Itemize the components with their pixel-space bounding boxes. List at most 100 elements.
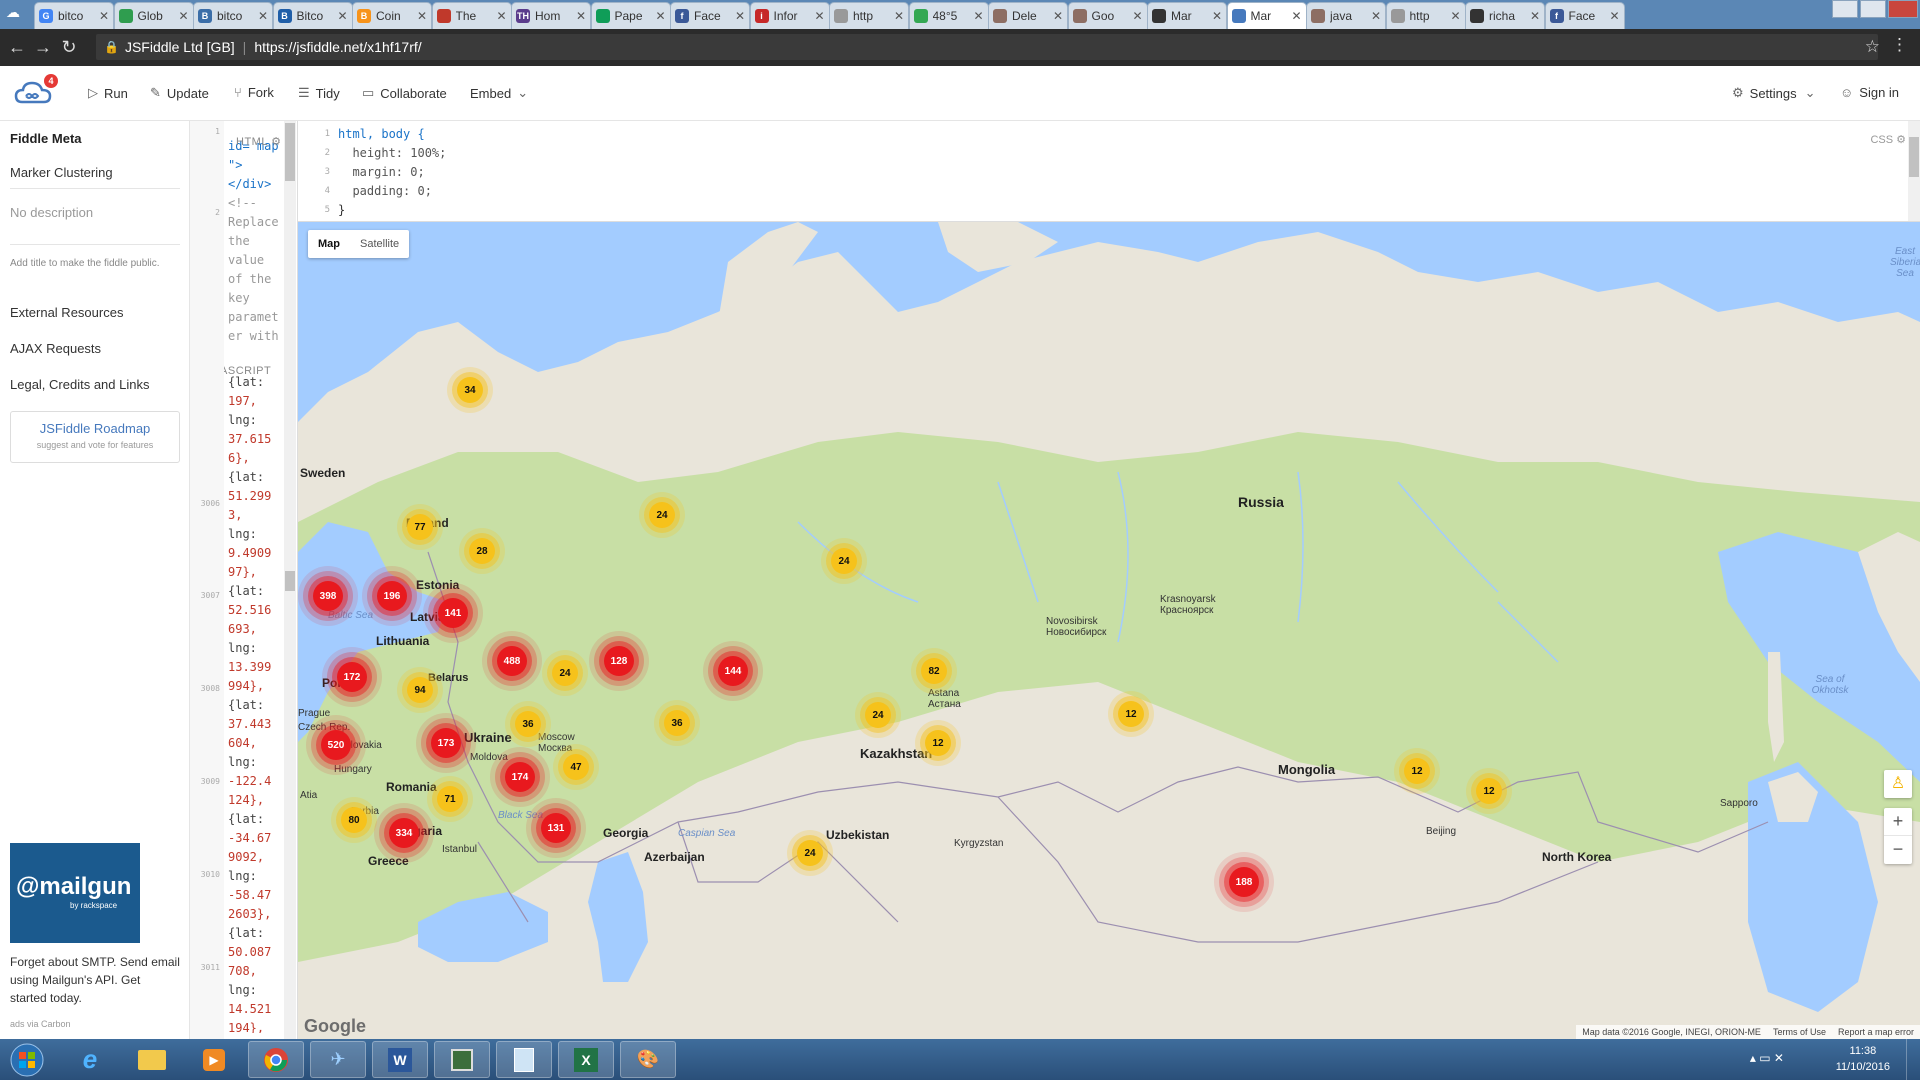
settings-button[interactable]: ⚙ Settings ⌄ <box>1732 85 1816 101</box>
close-tab-icon[interactable]: ✕ <box>1450 9 1460 23</box>
notepad-icon[interactable] <box>496 1041 552 1078</box>
media-player-icon[interactable]: ▶ <box>186 1041 242 1078</box>
marker-cluster-large[interactable]: 334 <box>389 818 419 848</box>
marker-cluster-medium[interactable]: 12 <box>1476 778 1502 804</box>
marker-cluster-large[interactable]: 131 <box>541 813 571 843</box>
marker-cluster-medium[interactable]: 47 <box>563 754 589 780</box>
network-icon[interactable]: ✈ <box>310 1041 366 1078</box>
browser-tab[interactable]: java ✕ <box>1306 2 1386 29</box>
marker-cluster-large[interactable]: 128 <box>604 646 634 676</box>
close-tab-icon[interactable]: ✕ <box>735 9 745 23</box>
js-code[interactable]: {lat: 197, lng: 37.615 6}, {lat: 51.299 3, lng: 9… <box>228 373 284 1033</box>
map-type-map-button[interactable]: Map <box>308 230 350 258</box>
close-tab-icon[interactable]: ✕ <box>1530 9 1540 23</box>
html-scroll-thumb[interactable] <box>285 123 295 181</box>
tray-icons[interactable]: ▴ ▭ ✕ <box>1750 1051 1784 1065</box>
run-button[interactable]: ▷ Run <box>88 85 128 101</box>
mailgun-ad-image[interactable]: @mailgun by rackspace <box>10 843 140 943</box>
browser-tab[interactable]: http ✕ <box>829 2 909 29</box>
browser-tab[interactable]: Bbitco ✕ <box>193 2 273 29</box>
minimize-window-icon[interactable] <box>1832 0 1858 18</box>
close-tab-icon[interactable]: ✕ <box>1212 9 1222 23</box>
close-tab-icon[interactable]: ✕ <box>814 9 824 23</box>
forward-icon[interactable]: → <box>30 37 56 58</box>
marker-cluster-large[interactable]: 488 <box>497 646 527 676</box>
marker-cluster-medium[interactable]: 24 <box>831 548 857 574</box>
browser-tab[interactable]: http ✕ <box>1385 2 1466 29</box>
back-icon[interactable]: ← <box>4 37 30 58</box>
marker-cluster-medium[interactable]: 24 <box>649 502 675 528</box>
close-tab-icon[interactable]: ✕ <box>99 9 109 23</box>
collaborate-button[interactable]: ▭ Collaborate <box>362 85 447 101</box>
gear-icon[interactable]: ⚙ <box>1896 134 1906 146</box>
marker-cluster-medium[interactable]: 24 <box>865 702 891 728</box>
marker-cluster-medium[interactable]: 71 <box>437 786 463 812</box>
bookmark-star-icon[interactable]: ☆ <box>1865 37 1880 57</box>
windows-start-icon[interactable] <box>2 1041 52 1078</box>
reload-icon[interactable]: ↻ <box>56 37 82 58</box>
ad-credit[interactable]: ads via Carbon <box>10 1019 71 1029</box>
close-tab-icon[interactable]: ✕ <box>1132 9 1142 23</box>
marker-cluster-large[interactable]: 520 <box>321 730 351 760</box>
paint-icon[interactable]: 🎨 <box>620 1041 676 1078</box>
browser-tab[interactable]: Goo ✕ <box>1067 2 1148 29</box>
ad-text[interactable]: Forget about SMTP. Send email using Mail… <box>10 953 180 1007</box>
maximize-window-icon[interactable] <box>1860 0 1886 18</box>
terms-of-use-link[interactable]: Terms of Use <box>1773 1027 1826 1037</box>
zoom-in-button[interactable]: + <box>1884 808 1912 836</box>
js-scrollbar[interactable] <box>284 349 296 1039</box>
explorer-icon[interactable] <box>124 1041 180 1078</box>
calculator-icon[interactable] <box>434 1041 490 1078</box>
taskbar-clock[interactable]: 11:38 11/10/2016 <box>1836 1043 1890 1075</box>
gear-icon[interactable]: ⚙ <box>271 136 281 148</box>
js-scroll-thumb[interactable] <box>285 571 295 591</box>
browser-tab[interactable]: i Infor ✕ <box>749 2 830 29</box>
update-button[interactable]: ✎ Update <box>150 85 209 101</box>
browser-tab[interactable]: TH Hom ✕ <box>511 2 591 29</box>
browser-tab[interactable]: Glob ✕ <box>113 2 194 29</box>
browser-tab[interactable]: Mar ✕ <box>1147 2 1227 29</box>
fork-button[interactable]: ⑂ Fork <box>234 85 274 100</box>
ajax-requests-link[interactable]: AJAX Requests <box>10 341 101 356</box>
css-scroll-thumb[interactable] <box>1909 137 1919 177</box>
browser-tab[interactable]: The ✕ <box>431 2 512 29</box>
browser-tab[interactable]: B Coin ✕ <box>352 2 432 29</box>
browser-tab[interactable]: 48°5 ✕ <box>908 2 989 29</box>
word-icon[interactable]: W <box>372 1041 428 1078</box>
chrome-menu-icon[interactable]: ⋮ <box>1891 35 1908 55</box>
chrome-icon[interactable] <box>248 1041 304 1078</box>
close-tab-icon[interactable]: ✕ <box>496 9 506 23</box>
browser-tab[interactable]: Dele ✕ <box>988 2 1068 29</box>
close-tab-icon[interactable]: ✕ <box>894 9 904 23</box>
marker-cluster-medium[interactable]: 24 <box>552 660 578 686</box>
close-tab-icon[interactable]: ✕ <box>258 9 268 23</box>
close-tab-icon[interactable]: ✕ <box>1609 9 1619 23</box>
google-map[interactable]: Map Satellite Russia Kazakhstan Mongolia… <box>298 222 1920 1039</box>
roadmap-box[interactable]: JSFiddle Roadmap suggest and vote for fe… <box>10 411 180 463</box>
close-tab-icon[interactable]: ✕ <box>1371 9 1381 23</box>
excel-icon[interactable]: X <box>558 1041 614 1078</box>
marker-cluster-large[interactable]: 144 <box>718 656 748 686</box>
marker-cluster-large[interactable]: 188 <box>1229 867 1259 897</box>
close-tab-icon[interactable]: ✕ <box>655 9 665 23</box>
browser-tab[interactable]: Pape ✕ <box>590 2 671 29</box>
css-editor[interactable]: 1 html, body {2 height: 100%; 3 margin: 0;… <box>298 121 1920 222</box>
marker-cluster-medium[interactable]: 24 <box>797 840 823 866</box>
marker-cluster-medium[interactable]: 34 <box>457 377 483 403</box>
embed-button[interactable]: Embed ⌄ <box>470 85 528 101</box>
google-logo[interactable]: Google <box>304 1016 366 1037</box>
report-map-error-link[interactable]: Report a map error <box>1838 1027 1914 1037</box>
zoom-out-button[interactable]: − <box>1884 836 1912 864</box>
marker-cluster-medium[interactable]: 28 <box>469 538 495 564</box>
marker-cluster-medium[interactable]: 12 <box>925 730 951 756</box>
tidy-button[interactable]: ☰ Tidy <box>298 85 340 101</box>
marker-cluster-medium[interactable]: 12 <box>1404 758 1430 784</box>
marker-cluster-large[interactable]: 173 <box>431 728 461 758</box>
browser-tab[interactable]: richa ✕ <box>1465 2 1545 29</box>
html-scrollbar[interactable] <box>284 121 296 349</box>
marker-cluster-large[interactable]: 398 <box>313 581 343 611</box>
marker-cluster-medium[interactable]: 36 <box>515 711 541 737</box>
jsfiddle-logo[interactable]: 4 <box>14 74 58 108</box>
marker-cluster-medium[interactable]: 80 <box>341 807 367 833</box>
omnibox[interactable]: 🔒 JSFiddle Ltd [GB] | https://jsfiddle.n… <box>96 34 1878 60</box>
